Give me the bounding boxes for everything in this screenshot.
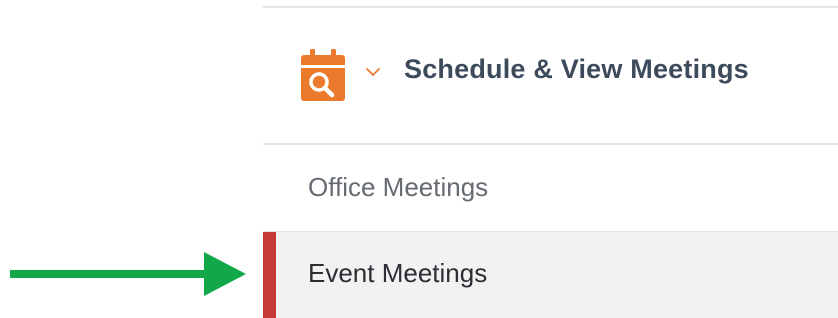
- calendar-search-icon: [301, 49, 345, 101]
- nav-item-event-meetings[interactable]: Event Meetings: [263, 232, 838, 318]
- screenshot-canvas: Schedule & View Meetings Office Meetings…: [0, 0, 838, 318]
- section-title: Schedule & View Meetings: [404, 54, 749, 84]
- chevron-down-icon[interactable]: [366, 67, 380, 77]
- nav-item-label: Event Meetings: [308, 258, 488, 288]
- meetings-nav-panel: Schedule & View Meetings Office Meetings…: [263, 0, 838, 318]
- arrow-right-icon: [10, 252, 246, 296]
- nav-item-label: Office Meetings: [308, 172, 489, 202]
- active-indicator: [263, 232, 276, 318]
- schedule-section-header[interactable]: Schedule & View Meetings: [263, 8, 838, 143]
- nav-item-office-meetings[interactable]: Office Meetings: [263, 145, 838, 231]
